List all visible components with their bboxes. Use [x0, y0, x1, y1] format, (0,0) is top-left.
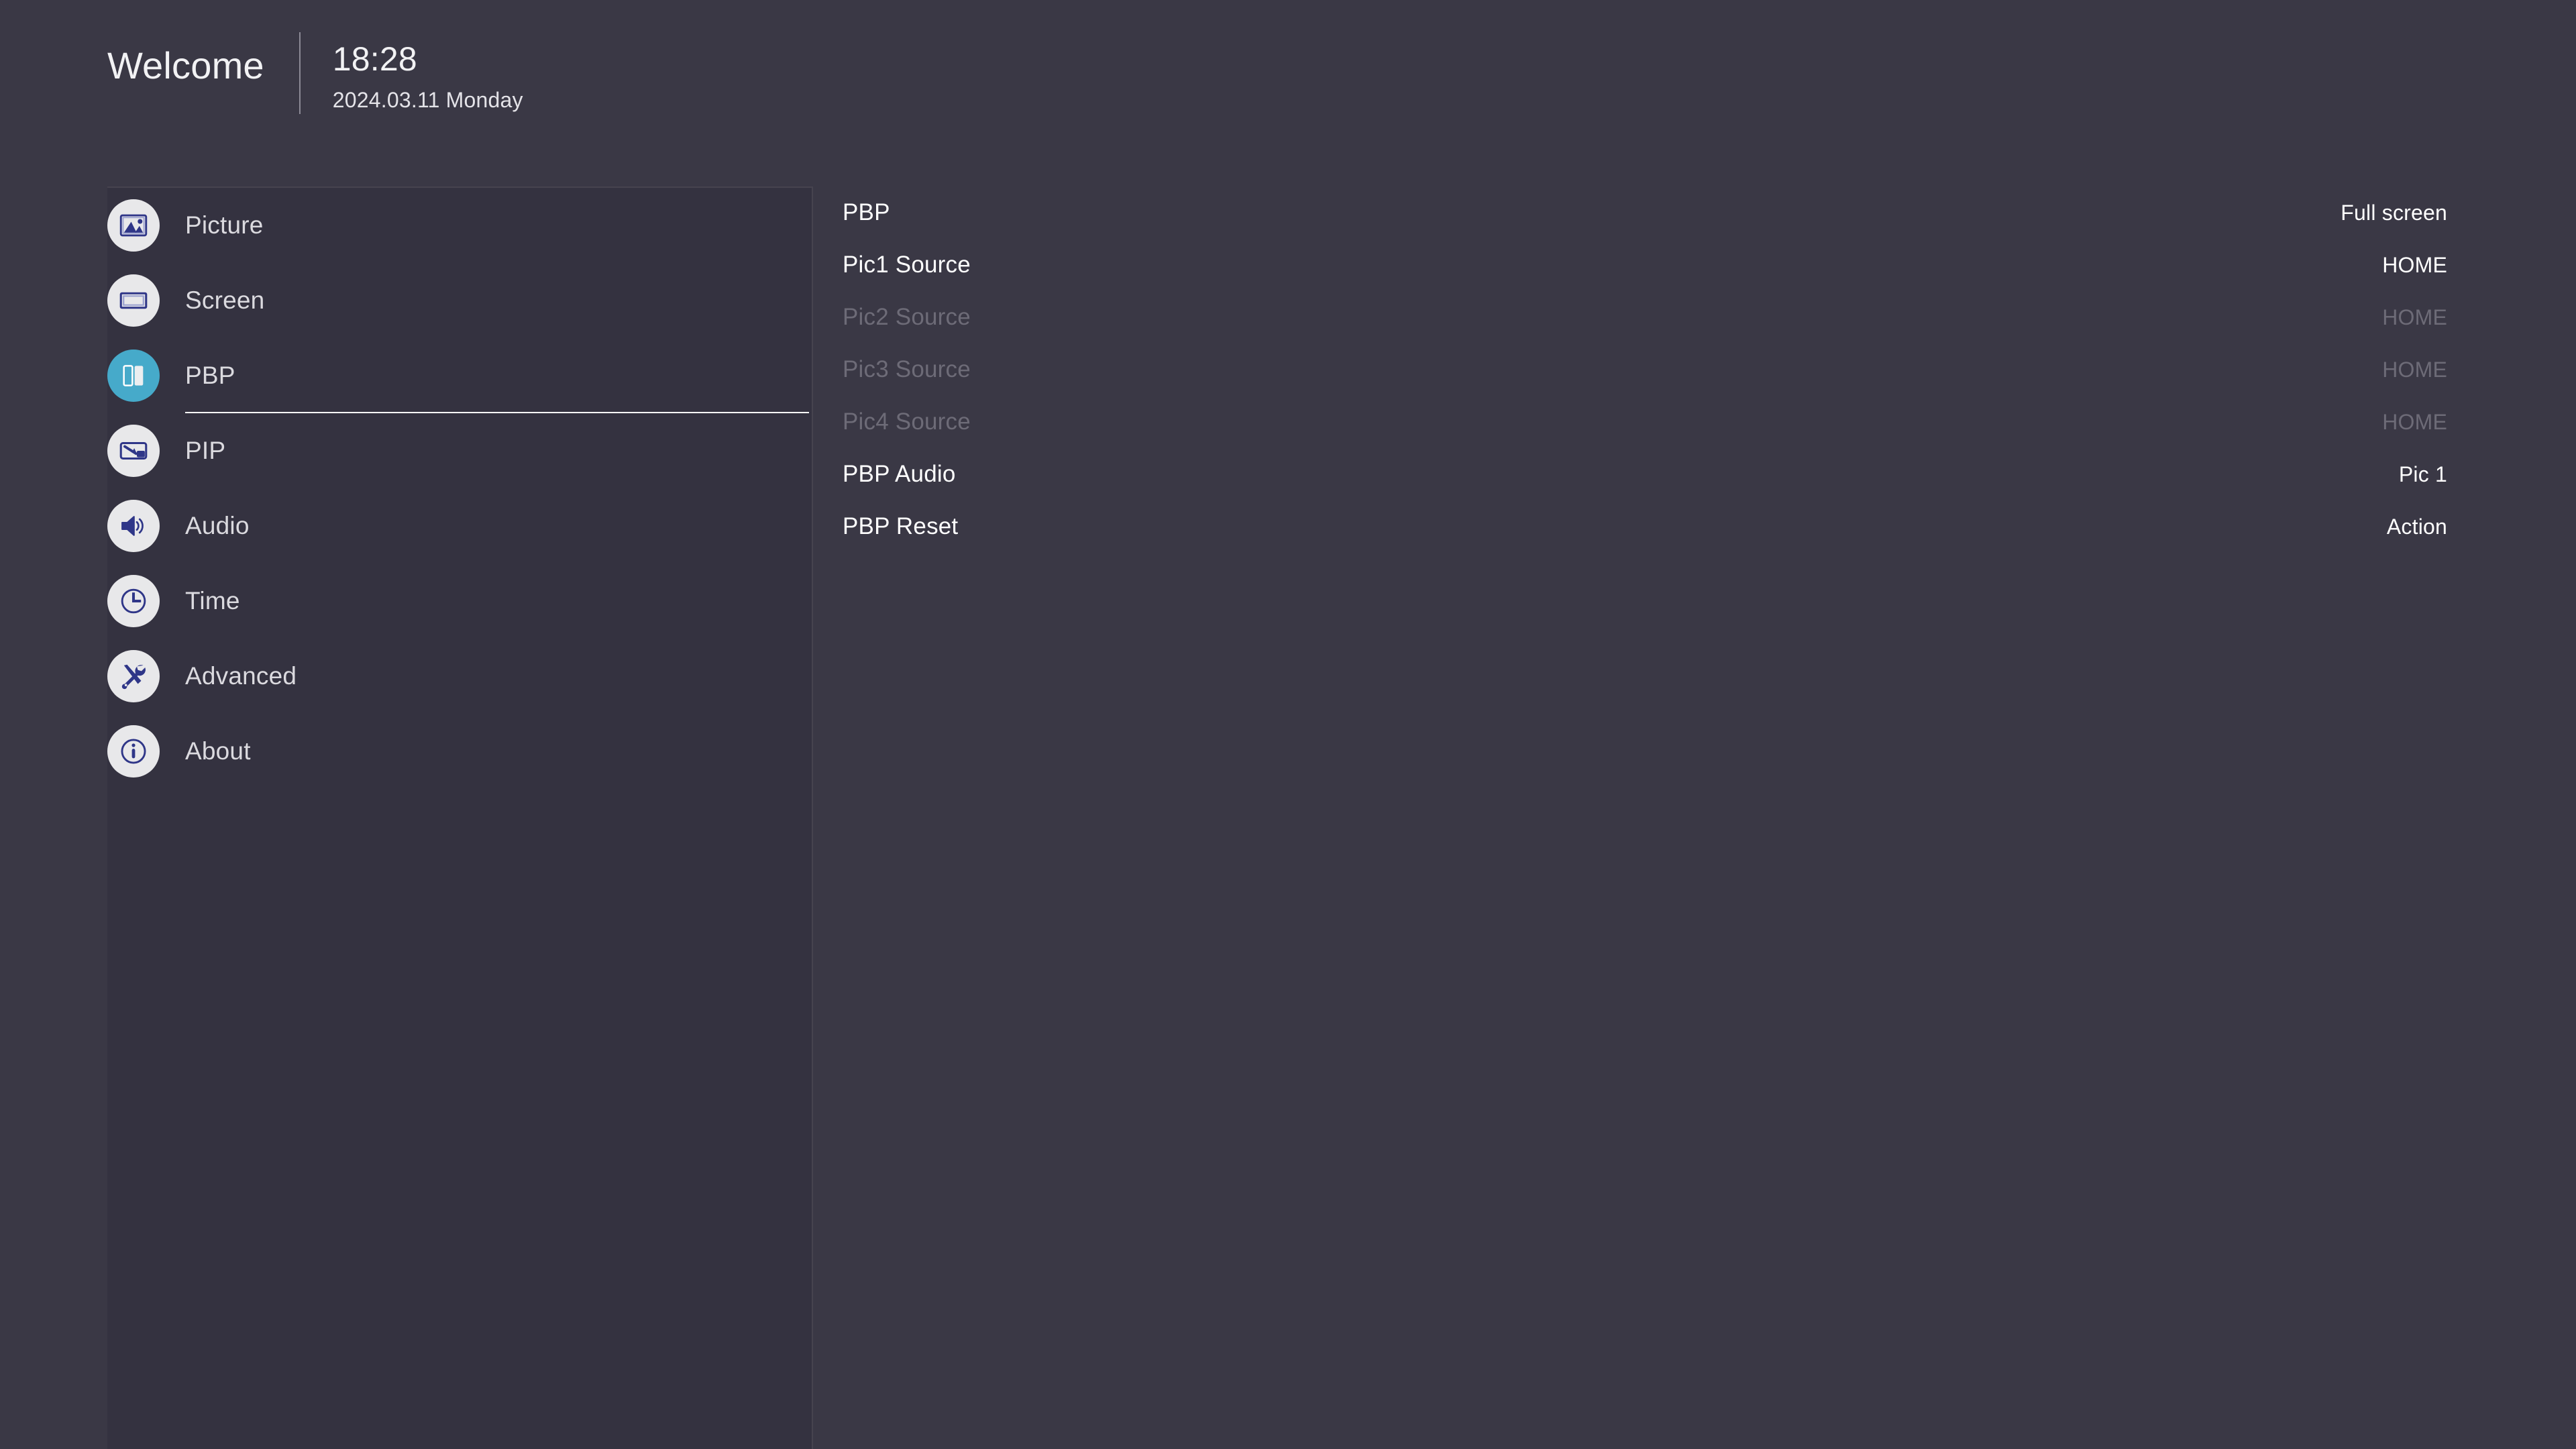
setting-value[interactable]: Action: [2387, 515, 2447, 539]
sidebar-item-advanced[interactable]: Advanced: [107, 639, 812, 714]
setting-label: Pic2 Source: [843, 304, 971, 330]
header-divider: [299, 32, 301, 114]
sidebar-item-label: Screen: [185, 286, 265, 314]
setting-value[interactable]: Pic 1: [2399, 462, 2447, 487]
setting-value: HOME: [2382, 409, 2447, 434]
setting-value[interactable]: Full screen: [2341, 201, 2447, 225]
setting-row-pic1-source[interactable]: Pic1 Source HOME: [843, 239, 2447, 291]
setting-row-pic4-source: Pic4 Source HOME: [843, 396, 2447, 448]
setting-label: PBP Audio: [843, 461, 956, 487]
setting-label: Pic3 Source: [843, 356, 971, 382]
setting-row-pbp-reset[interactable]: PBP Reset Action: [843, 500, 2447, 553]
setting-row-pic2-source: Pic2 Source HOME: [843, 291, 2447, 343]
setting-label: Pic1 Source: [843, 252, 971, 278]
pip-icon: [107, 425, 160, 477]
clock-time: 18:28: [332, 40, 417, 78]
setting-label: PBP: [843, 199, 890, 225]
clock-icon: [107, 575, 160, 627]
sidebar-item-pbp[interactable]: PBP: [107, 338, 812, 413]
setting-value: HOME: [2382, 305, 2447, 329]
setting-label: Pic4 Source: [843, 409, 971, 435]
tools-icon: [107, 650, 160, 702]
info-icon: [107, 725, 160, 777]
sidebar-item-picture[interactable]: Picture: [107, 188, 812, 263]
sidebar-item-pip[interactable]: PIP: [107, 413, 812, 488]
audio-icon: [107, 500, 160, 552]
sidebar-item-label: About: [185, 737, 251, 765]
setting-row-pbp[interactable]: PBP Full screen: [843, 186, 2447, 239]
sidebar-item-label: PBP: [185, 362, 235, 389]
sidebar-item-label: PIP: [185, 437, 226, 464]
sidebar-item-label: Picture: [185, 211, 264, 239]
sidebar-item-audio[interactable]: Audio: [107, 488, 812, 564]
screen-icon: [107, 274, 160, 327]
pbp-icon: [107, 350, 160, 402]
setting-row-pic3-source: Pic3 Source HOME: [843, 343, 2447, 396]
header: Welcome 18:28 2024.03.11 Monday: [107, 32, 523, 126]
sidebar-item-screen[interactable]: Screen: [107, 263, 812, 338]
page-title: Welcome: [107, 44, 264, 87]
sidebar-item-time[interactable]: Time: [107, 564, 812, 639]
setting-label: PBP Reset: [843, 513, 959, 539]
sidebar: Picture Screen PBP PIP Audio Time Advanc…: [107, 186, 813, 1449]
clock-date: 2024.03.11 Monday: [332, 88, 523, 112]
picture-icon: [107, 199, 160, 252]
setting-value[interactable]: HOME: [2382, 253, 2447, 278]
sidebar-item-label: Audio: [185, 512, 250, 539]
clock-block: 18:28 2024.03.11 Monday: [333, 32, 523, 112]
sidebar-item-about[interactable]: About: [107, 714, 812, 789]
setting-value: HOME: [2382, 357, 2447, 382]
sidebar-item-label: Advanced: [185, 662, 297, 690]
settings-list: PBP Full screen Pic1 Source HOME Pic2 So…: [843, 186, 2447, 553]
setting-row-pbp-audio[interactable]: PBP Audio Pic 1: [843, 448, 2447, 500]
sidebar-item-label: Time: [185, 587, 240, 614]
